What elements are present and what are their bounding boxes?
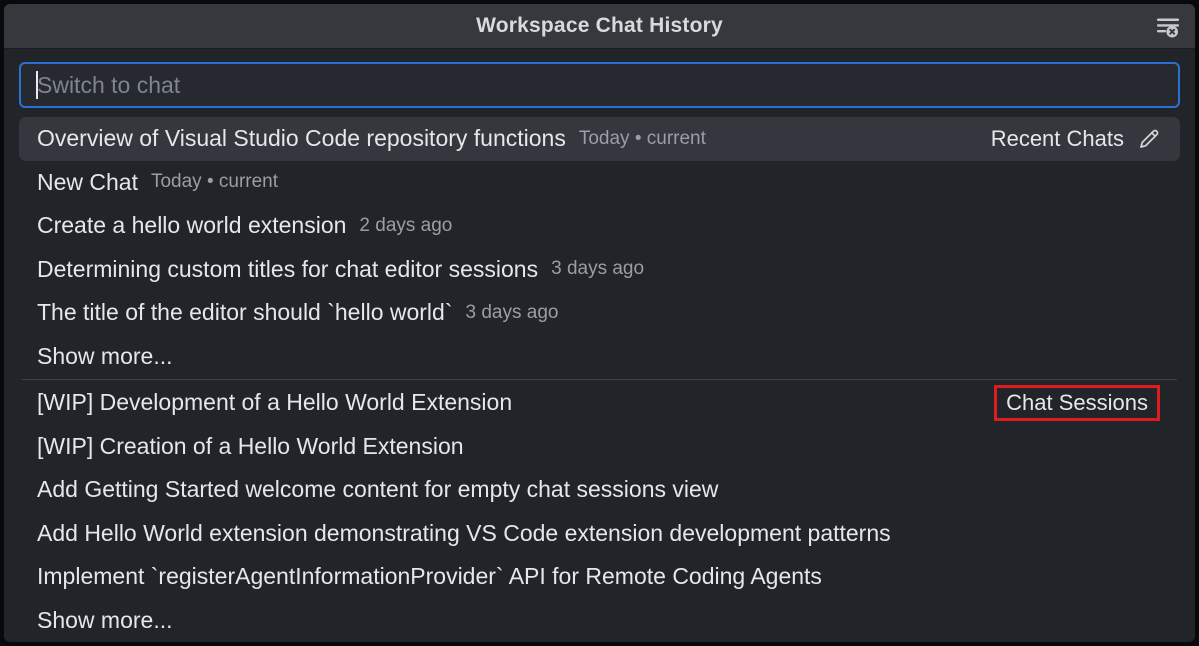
chat-title: Add Hello World extension demonstrating …	[37, 520, 891, 547]
chat-history-item[interactable]: Add Getting Started welcome content for …	[19, 468, 1180, 512]
chat-history-item[interactable]: Create a hello world extension 2 days ag…	[19, 204, 1180, 248]
show-more-label: Show more...	[37, 607, 173, 634]
workspace-chat-history-dialog: Workspace Chat History	[0, 0, 1199, 646]
section-divider	[22, 379, 1177, 380]
chat-title: Add Getting Started welcome content for …	[37, 476, 718, 503]
chat-title: New Chat	[37, 169, 138, 196]
show-more-recent-chats[interactable]: Show more...	[19, 335, 1180, 379]
chat-title: Create a hello world extension	[37, 212, 346, 239]
chat-title: [WIP] Creation of a Hello World Extensio…	[37, 433, 464, 460]
chat-title: Overview of Visual Studio Code repositor…	[37, 125, 566, 152]
chat-history-item[interactable]: [WIP] Development of a Hello World Exten…	[19, 381, 1180, 425]
edit-pencil-icon	[1136, 126, 1162, 152]
section-label-recent-chats: Recent Chats	[991, 126, 1124, 152]
chat-meta: 3 days ago	[466, 302, 559, 324]
chat-history-item[interactable]: New Chat Today • current	[19, 161, 1180, 205]
rename-chat-button[interactable]	[1136, 126, 1162, 152]
chat-meta: 2 days ago	[359, 215, 452, 237]
dialog-title: Workspace Chat History	[476, 14, 723, 38]
chat-history-item[interactable]: The title of the editor should `hello wo…	[19, 291, 1180, 335]
chat-history-item[interactable]: Determining custom titles for chat edito…	[19, 248, 1180, 292]
search-input[interactable]	[19, 62, 1180, 108]
dialog-titlebar: Workspace Chat History	[4, 4, 1195, 49]
chat-history-item-selected[interactable]: Overview of Visual Studio Code repositor…	[19, 117, 1180, 161]
chat-history-item[interactable]: Add Hello World extension demonstrating …	[19, 512, 1180, 556]
chat-history-item[interactable]: Implement `registerAgentInformationProvi…	[19, 555, 1180, 599]
clear-all-button[interactable]	[1151, 10, 1183, 42]
chat-history-item[interactable]: [WIP] Creation of a Hello World Extensio…	[19, 425, 1180, 469]
chat-meta: Today • current	[151, 171, 278, 193]
chat-title: [WIP] Development of a Hello World Exten…	[37, 389, 512, 416]
chat-meta: 3 days ago	[551, 258, 644, 280]
clear-all-icon	[1154, 13, 1181, 40]
show-more-label: Show more...	[37, 343, 173, 370]
chat-title: Determining custom titles for chat edito…	[37, 256, 538, 283]
show-more-chat-sessions[interactable]: Show more...	[19, 599, 1180, 643]
search-box	[19, 62, 1180, 108]
section-label-chat-sessions: Chat Sessions	[994, 385, 1160, 421]
chat-meta: Today • current	[579, 128, 706, 150]
chat-history-list: Overview of Visual Studio Code repositor…	[19, 117, 1180, 642]
text-caret	[36, 71, 38, 99]
chat-title: Implement `registerAgentInformationProvi…	[37, 563, 822, 590]
chat-title: The title of the editor should `hello wo…	[37, 299, 453, 326]
